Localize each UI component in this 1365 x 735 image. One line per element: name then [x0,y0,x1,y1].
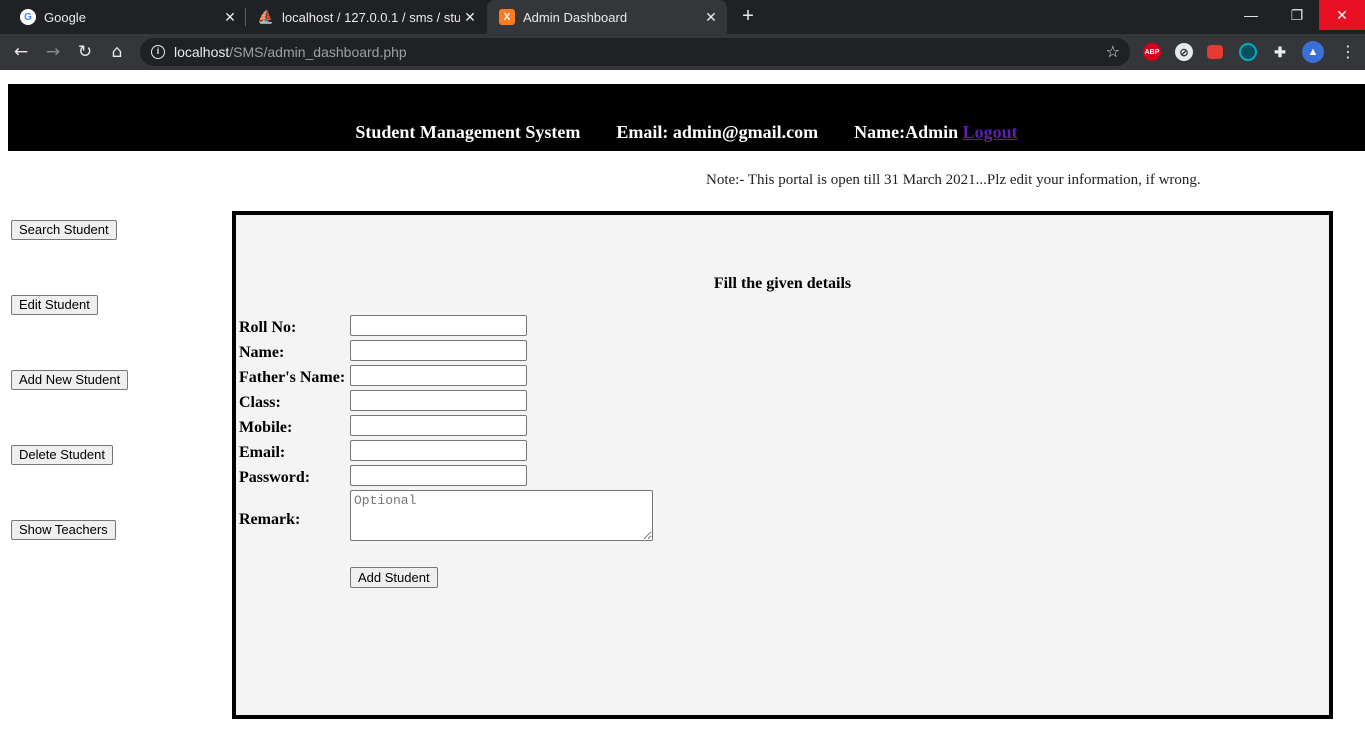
add-student-button[interactable]: Add Student [350,567,438,588]
home-icon[interactable]: ⌂ [102,37,132,67]
name-input[interactable] [350,340,527,361]
site-info-icon[interactable]: i [151,45,165,59]
roll-no-label: Roll No: [239,319,297,336]
address-bar[interactable]: i localhost/SMS/admin_dashboard.php ☆ [140,38,1130,66]
form-title: Fill the given details [713,275,852,292]
tab-admin-dashboard[interactable]: X Admin Dashboard ✕ [487,0,727,34]
mobile-input[interactable] [350,415,527,436]
logout-link[interactable]: Logout [963,122,1018,142]
minimize-icon[interactable]: — [1228,0,1274,30]
admin-name: Name:Admin [854,122,959,142]
tab-phpmyadmin[interactable]: ⛵ localhost / 127.0.0.1 / sms / stude ✕ [246,0,486,34]
url-path: /SMS/admin_dashboard.php [229,44,407,60]
adblock-plus-icon[interactable]: ABP [1143,43,1161,61]
reload-icon[interactable]: ↻ [70,37,100,67]
remark-label: Remark: [239,511,301,528]
close-tab-icon[interactable]: ✕ [220,9,240,26]
back-icon[interactable]: ← [6,37,36,67]
privacy-icon[interactable]: ⊘ [1175,43,1193,61]
tab-title: Admin Dashboard [523,9,628,25]
browser-tab-strip: G Google ✕ ⛵ localhost / 127.0.0.1 / sms… [0,0,1365,34]
email-input[interactable] [350,440,527,461]
tab-title: Google [44,9,86,25]
password-label: Password: [239,469,311,486]
mobile-label: Mobile: [239,419,293,436]
restore-icon[interactable]: ❐ [1274,0,1320,30]
new-tab-button[interactable]: + [736,5,760,29]
password-input[interactable] [350,465,527,486]
fathers-name-label: Father's Name: [239,369,346,386]
screen-recorder-icon[interactable] [1207,45,1223,59]
forward-icon[interactable]: → [38,37,68,67]
delete-student-button[interactable]: Delete Student [11,445,114,465]
google-icon: G [20,9,36,25]
browser-menu-icon[interactable]: ⋮ [1340,42,1356,61]
phpmyadmin-icon: ⛵ [257,9,275,24]
profile-avatar-icon[interactable]: ▲ [1302,41,1324,63]
close-tab-icon[interactable]: ✕ [701,9,721,26]
tab-google[interactable]: G Google ✕ [8,0,246,34]
extensions-puzzle-icon[interactable]: ✚ [1271,43,1289,61]
admin-email: Email: admin@gmail.com [616,122,819,142]
search-student-button[interactable]: Search Student [11,220,117,240]
tab-title: localhost / 127.0.0.1 / sms / stude [282,9,460,25]
fathers-name-input[interactable] [350,365,527,386]
xampp-icon: X [499,9,515,25]
url-host: localhost [174,44,230,60]
close-tab-icon[interactable]: ✕ [460,9,480,26]
show-teachers-button[interactable]: Show Teachers [11,520,116,540]
browser-toolbar: ← → ↻ ⌂ i localhost/SMS/admin_dashboard.… [0,34,1365,70]
system-name: Student Management System [355,122,581,142]
portal-note: Note:- This portal is open till 31 March… [706,172,1201,188]
remark-textarea[interactable] [350,490,653,541]
email-label: Email: [239,444,286,461]
edit-student-button[interactable]: Edit Student [11,295,98,315]
add-new-student-button[interactable]: Add New Student [11,370,129,390]
class-input[interactable] [350,390,527,411]
page-header: Student Management System Email: admin@g… [8,84,1365,151]
add-student-panel: Fill the given details Roll No: Name: Fa… [232,211,1333,719]
circle-ext-icon[interactable] [1239,43,1257,61]
class-label: Class: [239,394,281,411]
bookmark-star-icon[interactable]: ☆ [1106,42,1120,61]
close-window-icon[interactable]: ✕ [1319,0,1365,30]
name-label: Name: [239,344,285,361]
roll-no-input[interactable] [350,315,527,336]
